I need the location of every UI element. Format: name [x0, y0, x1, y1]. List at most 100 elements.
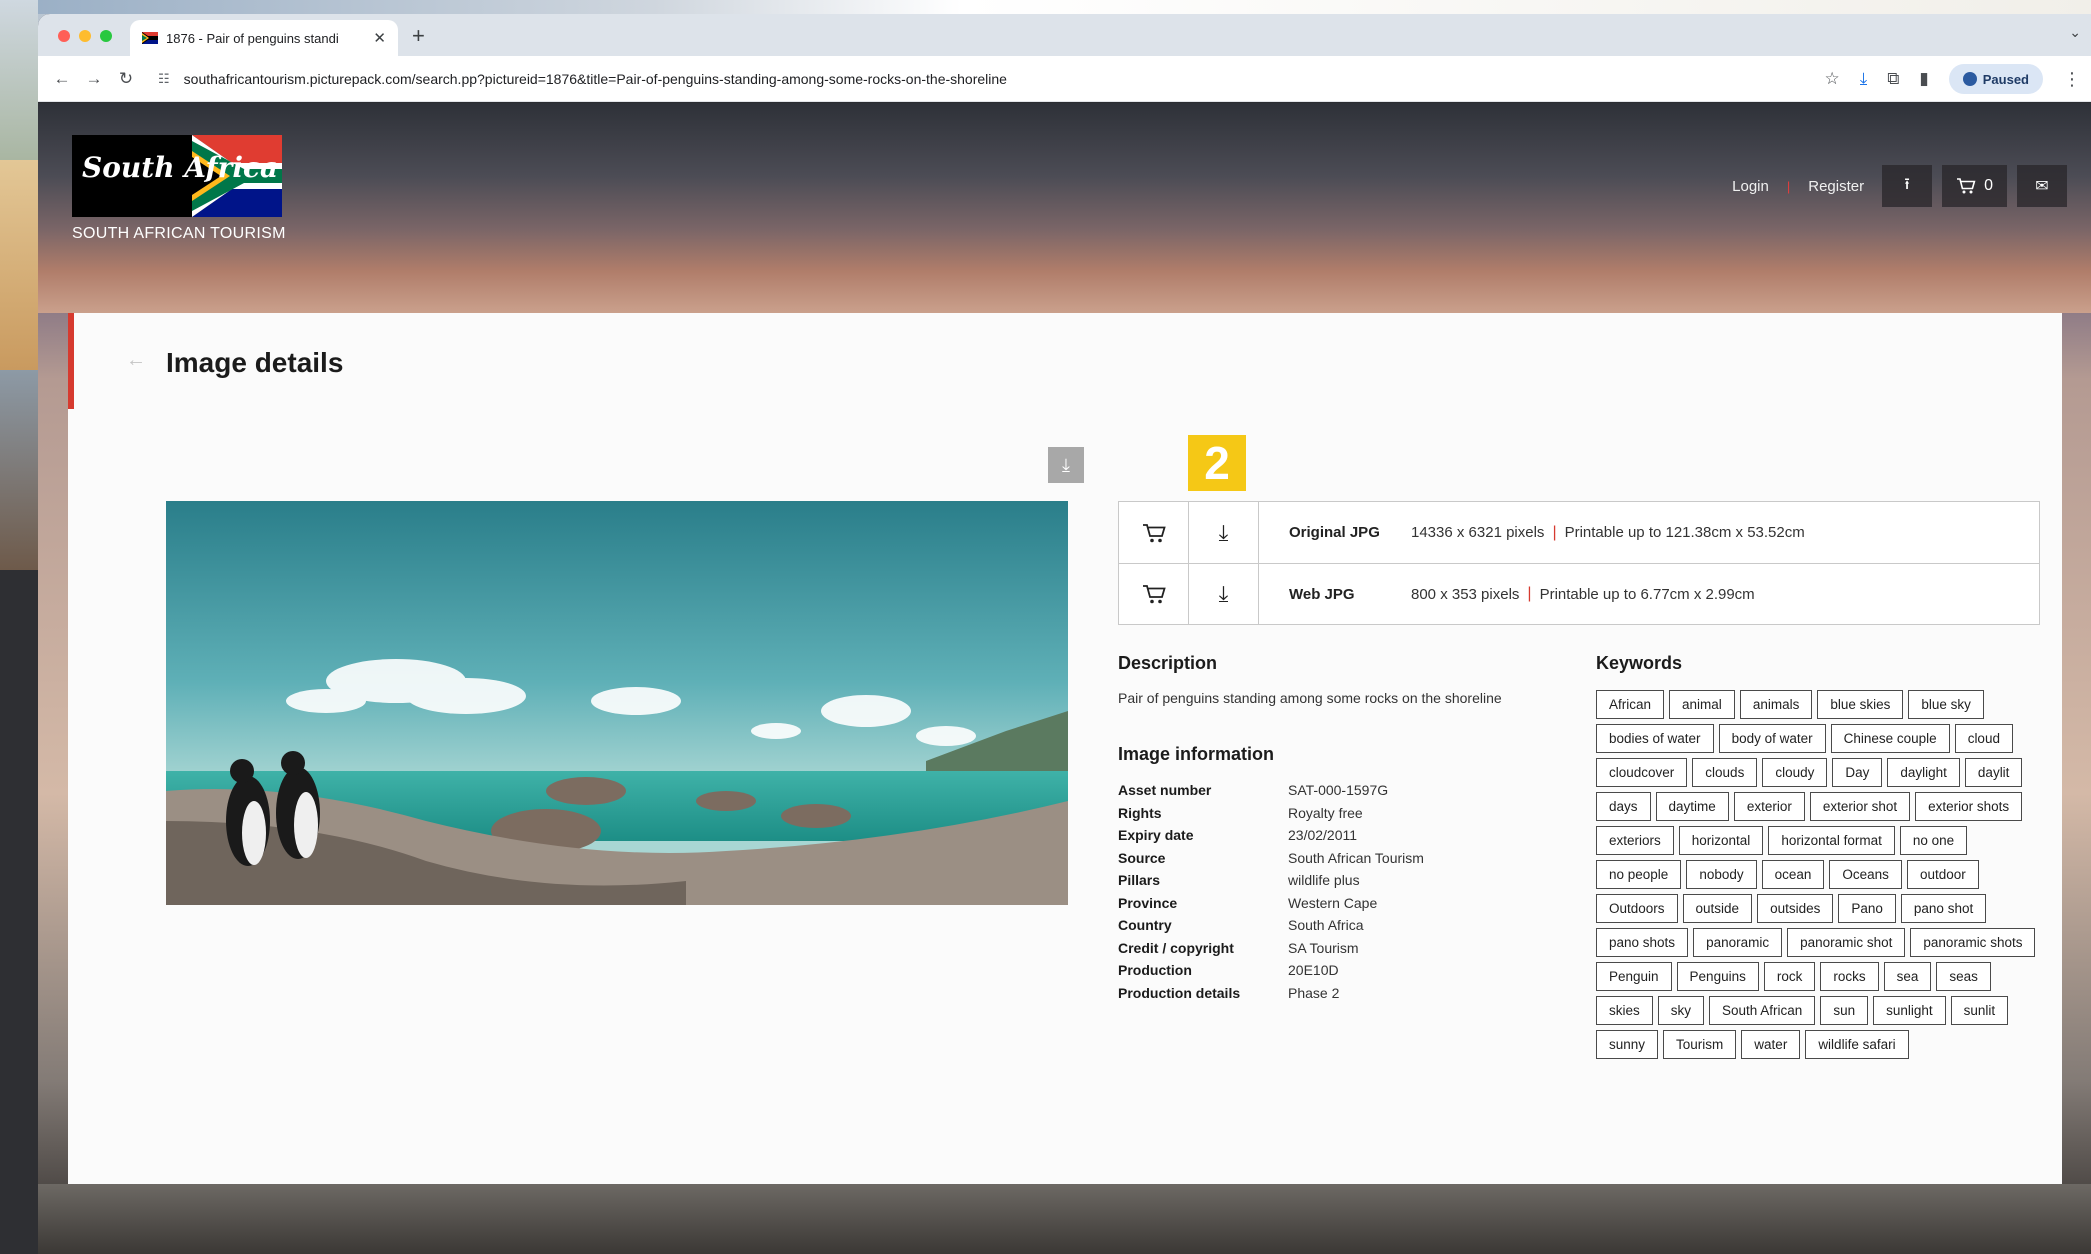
keyword-tag[interactable]: horizontal format — [1768, 826, 1895, 855]
info-row: Country South Africa — [1118, 914, 1558, 937]
site-logo[interactable]: South Africa SOUTH AFRICAN TOURISM — [72, 135, 286, 243]
keyword-tag[interactable]: wildlife safari — [1805, 1030, 1909, 1059]
keyword-tag[interactable]: rocks — [1820, 962, 1879, 991]
keyword-tag[interactable]: body of water — [1718, 724, 1826, 753]
profile-button[interactable]: Paused — [1948, 64, 2043, 94]
keyword-tag[interactable]: daylit — [1964, 758, 2023, 787]
web-page: South Africa SOUTH AFRICAN TOURISM Login… — [38, 103, 2091, 1254]
keyword-tag[interactable]: animal — [1669, 690, 1735, 719]
keyword-tag[interactable]: African — [1596, 690, 1665, 719]
keyword-tag[interactable]: cloudy — [1762, 758, 1828, 787]
bookmark-star-icon[interactable]: ☆ — [1824, 69, 1839, 89]
keyword-tag[interactable]: daylight — [1887, 758, 1960, 787]
keyword-tag[interactable]: panoramic — [1693, 928, 1783, 957]
preview-image[interactable] — [166, 501, 1068, 905]
menu-icon[interactable]: ⋮ — [2063, 69, 2081, 90]
login-link[interactable]: Login — [1724, 178, 1777, 195]
nav-separator: | — [1786, 178, 1791, 194]
keyword-tag[interactable]: Penguins — [1676, 962, 1759, 991]
keyword-tag[interactable]: no people — [1596, 860, 1682, 889]
keyword-tag[interactable]: blue sky — [1908, 690, 1984, 719]
keyword-tag[interactable]: days — [1596, 792, 1651, 821]
description-section: Description Pair of penguins standing am… — [1118, 653, 1558, 1004]
keyword-tag[interactable]: exterior — [1733, 792, 1805, 821]
chevron-down-icon[interactable]: ⌄ — [2069, 24, 2081, 41]
keyword-tag[interactable]: Penguin — [1596, 962, 1672, 991]
minimize-window-button[interactable] — [79, 30, 91, 42]
keyword-tag[interactable]: panoramic shots — [1910, 928, 2036, 957]
keyword-tag[interactable]: clouds — [1692, 758, 1758, 787]
keyword-tag[interactable]: pano shot — [1900, 894, 1987, 923]
keyword-tag[interactable]: animals — [1739, 690, 1813, 719]
info-row: Province Western Cape — [1118, 892, 1558, 915]
browser-tab[interactable]: 1876 - Pair of penguins standi ✕ — [130, 20, 398, 56]
info-value: 20E10D — [1288, 962, 1339, 978]
keyword-tag[interactable]: no one — [1899, 826, 1968, 855]
keyword-tag[interactable]: sunny — [1596, 1030, 1659, 1059]
cart-button[interactable]: 0 — [1942, 165, 2007, 207]
zoom-window-button[interactable] — [100, 30, 112, 42]
download-button[interactable]: ⤓ — [1189, 563, 1259, 625]
keyword-tag[interactable]: sky — [1657, 996, 1705, 1025]
keyword-tag[interactable]: nobody — [1686, 860, 1757, 889]
keyword-tag[interactable]: sun — [1820, 996, 1869, 1025]
image-download-button[interactable]: ⤓ — [1048, 447, 1084, 483]
address-bar[interactable]: ☷ southafricantourism.picturepack.com/se… — [158, 63, 1941, 95]
new-tab-button[interactable]: + — [412, 23, 425, 49]
downloads-icon[interactable]: ⤓ — [1860, 69, 1868, 89]
keyword-tag[interactable]: ocean — [1761, 860, 1825, 889]
keyword-tag[interactable]: outsides — [1757, 894, 1834, 923]
keyword-tag[interactable]: pano shots — [1596, 928, 1689, 957]
site-settings-icon[interactable]: ☷ — [158, 71, 170, 87]
keyword-tag[interactable]: sea — [1883, 962, 1932, 991]
desktop-background — [38, 0, 2091, 14]
keyword-tag[interactable]: South African — [1709, 996, 1816, 1025]
download-button[interactable]: ⤓ — [1189, 502, 1259, 563]
keyword-tag[interactable]: Chinese couple — [1830, 724, 1950, 753]
keyword-tag[interactable]: panoramic shot — [1787, 928, 1906, 957]
upload-button[interactable]: ⭱ — [1882, 165, 1933, 207]
keyword-tag[interactable]: cloudcover — [1596, 758, 1688, 787]
keyword-tag[interactable]: exterior shots — [1915, 792, 2023, 821]
keyword-tag[interactable]: water — [1741, 1030, 1801, 1059]
cart-count: 0 — [1984, 177, 1993, 194]
keyword-tag[interactable]: exterior shot — [1809, 792, 1911, 821]
keyword-tag[interactable]: horizontal — [1678, 826, 1764, 855]
download-icon: ⤓ — [1062, 454, 1070, 475]
close-tab-icon[interactable]: ✕ — [373, 29, 386, 47]
keyword-tag[interactable]: cloud — [1954, 724, 2013, 753]
keyword-tag[interactable]: Outdoors — [1596, 894, 1678, 923]
contact-button[interactable]: ✉ — [2017, 165, 2067, 207]
forward-button[interactable]: → — [78, 69, 110, 89]
extensions-icon[interactable]: ⧉ — [1887, 69, 1899, 89]
keyword-tag[interactable]: Day — [1832, 758, 1883, 787]
info-key: Rights — [1118, 804, 1162, 821]
keyword-tag[interactable]: sunlight — [1873, 996, 1946, 1025]
keywords-section: Keywords African animal animals blue skies b… — [1596, 653, 2046, 1059]
keyword-tag[interactable]: skies — [1596, 996, 1653, 1025]
desktop-background — [0, 370, 38, 570]
add-to-cart-button[interactable] — [1119, 563, 1189, 625]
reload-button[interactable]: ↻ — [110, 69, 142, 89]
keyword-tag[interactable]: sunlit — [1950, 996, 2009, 1025]
info-row: Expiry date 23/02/2011 — [1118, 824, 1558, 847]
side-panel-icon[interactable]: ▮ — [1919, 69, 1928, 89]
keyword-tag[interactable]: rock — [1763, 962, 1816, 991]
keyword-tag[interactable]: outside — [1682, 894, 1753, 923]
keyword-tag[interactable]: exteriors — [1596, 826, 1674, 855]
keyword-tag[interactable]: daytime — [1655, 792, 1729, 821]
close-window-button[interactable] — [58, 30, 70, 42]
add-to-cart-button[interactable] — [1119, 502, 1189, 563]
keyword-tag[interactable]: Pano — [1838, 894, 1896, 923]
keyword-tag[interactable]: outdoor — [1906, 860, 1979, 889]
keyword-tag[interactable]: seas — [1936, 962, 1991, 991]
info-value: South Africa — [1288, 917, 1364, 933]
url-text[interactable]: southafricantourism.picturepack.com/sear… — [184, 71, 1007, 87]
back-arrow-icon[interactable]: ← — [126, 349, 146, 372]
back-button[interactable]: ← — [46, 69, 78, 89]
keyword-tag[interactable]: Tourism — [1663, 1030, 1737, 1059]
keyword-tag[interactable]: blue skies — [1817, 690, 1904, 719]
keyword-tag[interactable]: Oceans — [1829, 860, 1902, 889]
register-link[interactable]: Register — [1800, 178, 1872, 195]
keyword-tag[interactable]: bodies of water — [1596, 724, 1714, 753]
